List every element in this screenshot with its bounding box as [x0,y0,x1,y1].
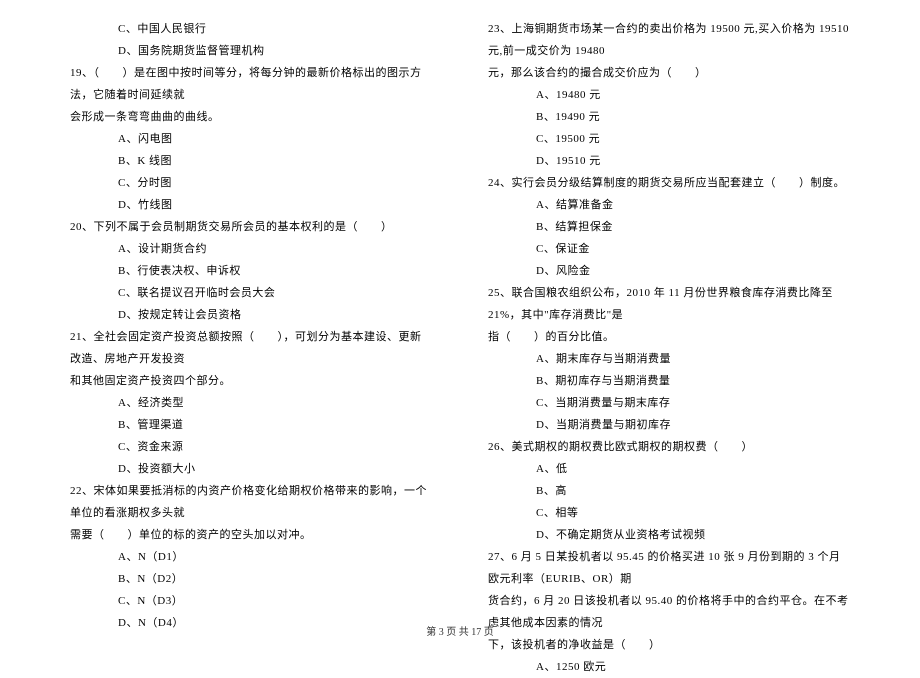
right-column: 23、上海铜期货市场某一合约的卖出价格为 19500 元,买入价格为 19510… [460,18,860,678]
q26-option-b: B、高 [488,480,850,502]
q20-option-d: D、按规定转让会员资格 [70,304,432,326]
q20-line1: 20、下列不属于会员制期货交易所会员的基本权利的是（ ） [70,216,432,238]
q22-line2: 需要（ ）单位的标的资产的空头加以对冲。 [70,524,432,546]
q18-option-d: D、国务院期货监督管理机构 [70,40,432,62]
q24-option-d: D、风险金 [488,260,850,282]
page-footer: 第 3 页 共 17 页 [0,623,920,638]
q23-option-d: D、19510 元 [488,150,850,172]
q24-line1: 24、实行会员分级结算制度的期货交易所应当配套建立（ ）制度。 [488,172,850,194]
q27-line1: 27、6 月 5 日某投机者以 95.45 的价格买进 10 张 9 月份到期的… [488,546,850,590]
q22-option-b: B、N（D2） [70,568,432,590]
q26-option-a: A、低 [488,458,850,480]
q20-option-c: C、联名提议召开临时会员大会 [70,282,432,304]
left-column: C、中国人民银行 D、国务院期货监督管理机构 19、（ ）是在图中按时间等分，将… [60,18,460,678]
q21-option-c: C、资金来源 [70,436,432,458]
q22-line1: 22、宋体如果要抵消标的内资产价格变化给期权价格带来的影响，一个单位的看涨期权多… [70,480,432,524]
q23-line1: 23、上海铜期货市场某一合约的卖出价格为 19500 元,买入价格为 19510… [488,18,850,62]
q23-option-a: A、19480 元 [488,84,850,106]
q26-option-d: D、不确定期货从业资格考试视频 [488,524,850,546]
q19-option-c: C、分时图 [70,172,432,194]
q20-option-a: A、设计期货合约 [70,238,432,260]
q23-option-b: B、19490 元 [488,106,850,128]
q23-option-c: C、19500 元 [488,128,850,150]
q21-line1: 21、全社会固定资产投资总额按照（ ），可划分为基本建设、更新改造、房地产开发投… [70,326,432,370]
q18-option-c: C、中国人民银行 [70,18,432,40]
q19-option-a: A、闪电图 [70,128,432,150]
q21-option-d: D、投资额大小 [70,458,432,480]
q24-option-c: C、保证金 [488,238,850,260]
q21-line2: 和其他固定资产投资四个部分。 [70,370,432,392]
q25-option-d: D、当期消费量与期初库存 [488,414,850,436]
q27-option-a: A、1250 欧元 [488,656,850,678]
q25-option-a: A、期末库存与当期消费量 [488,348,850,370]
q22-option-a: A、N（D1） [70,546,432,568]
page-container: C、中国人民银行 D、国务院期货监督管理机构 19、（ ）是在图中按时间等分，将… [0,0,920,678]
q25-option-c: C、当期消费量与期末库存 [488,392,850,414]
q19-option-b: B、K 线图 [70,150,432,172]
q19-line2: 会形成一条弯弯曲曲的曲线。 [70,106,432,128]
q25-line2: 指（ ）的百分比值。 [488,326,850,348]
q20-option-b: B、行使表决权、申诉权 [70,260,432,282]
q26-option-c: C、相等 [488,502,850,524]
q19-option-d: D、竹线图 [70,194,432,216]
q25-line1: 25、联合国粮农组织公布，2010 年 11 月份世界粮食库存消费比降至 21%… [488,282,850,326]
q23-line2: 元，那么该合约的撮合成交价应为（ ） [488,62,850,84]
q26-line1: 26、美式期权的期权费比欧式期权的期权费（ ） [488,436,850,458]
q25-option-b: B、期初库存与当期消费量 [488,370,850,392]
q24-option-a: A、结算准备金 [488,194,850,216]
q19-line1: 19、（ ）是在图中按时间等分，将每分钟的最新价格标出的图示方法，它随着时间延续… [70,62,432,106]
q24-option-b: B、结算担保金 [488,216,850,238]
q22-option-c: C、N（D3） [70,590,432,612]
q21-option-b: B、管理渠道 [70,414,432,436]
q21-option-a: A、经济类型 [70,392,432,414]
